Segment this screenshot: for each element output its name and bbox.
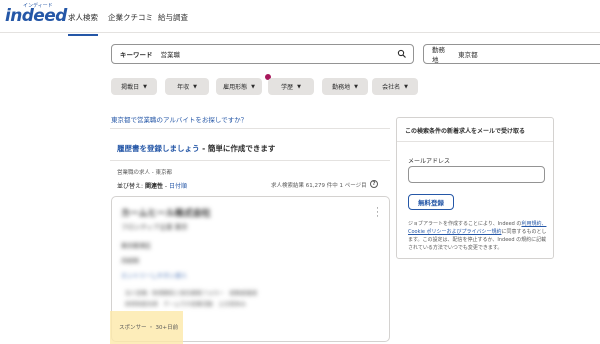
- terms-text: ジョブアラートを作成することにより、Indeed の: [408, 221, 522, 227]
- search-icon[interactable]: [397, 49, 407, 59]
- job-alert-panel: この検索条件の新着求人をメールで受け取る メールアドレス 無料登録 ジョブアラー…: [396, 117, 554, 259]
- chevron-down-icon: ▼: [193, 83, 197, 90]
- location-label: 勤務地: [432, 46, 445, 64]
- filter-label: 雇用形態: [223, 84, 248, 91]
- result-count: 求人検索結果 61,279 件中 1 ページ目: [271, 183, 367, 189]
- filter-salary[interactable]: 年収 ▼: [165, 78, 209, 95]
- chevron-down-icon: ▼: [143, 83, 147, 90]
- filter-posted-date[interactable]: 掲載日 ▼: [111, 78, 157, 95]
- register-resume-label: 履歴書を登録しましょう: [117, 144, 200, 153]
- divider: [397, 141, 553, 142]
- filter-label: 学歴: [281, 84, 294, 91]
- email-field[interactable]: [408, 166, 545, 183]
- chevron-down-icon: ▼: [251, 83, 255, 90]
- keyword-input[interactable]: [160, 50, 321, 58]
- email-label: メールアドレス: [408, 158, 451, 165]
- sort-by-date-link[interactable]: 日付順: [169, 183, 187, 190]
- filter-company[interactable]: 会社名 ▼: [372, 78, 418, 95]
- more-options-icon[interactable]: · · ·: [376, 205, 379, 222]
- job-description-line: 研修制度充実 チームでの営業活動 土日祝休み: [125, 302, 246, 308]
- job-alert-title: この検索条件の新着求人をメールで受け取る: [405, 128, 526, 135]
- sponsored-label: スポンサー ・ 30+日前: [119, 325, 179, 331]
- chevron-down-icon: ▼: [404, 83, 408, 90]
- filter-label: 会社名: [382, 84, 401, 91]
- register-resume-link[interactable]: 履歴書を登録しましょう - 簡単に作成できます: [117, 143, 275, 154]
- nav-job-search[interactable]: 求人検索: [68, 12, 98, 36]
- divider: [110, 128, 390, 129]
- chevron-down-icon: ▼: [297, 83, 301, 90]
- filter-employment-type[interactable]: 雇用形態 ▼: [216, 78, 262, 95]
- indeed-logo[interactable]: インディード indeed: [5, 2, 67, 28]
- search-breadcrumb: 営業職の求人 - 東京都: [117, 170, 172, 176]
- job-feature: エントリーしやすい求人: [121, 273, 187, 280]
- sort-relevance: 関連性: [144, 183, 163, 190]
- location-input[interactable]: [458, 50, 600, 58]
- filter-education[interactable]: 学歴 ▼: [268, 78, 314, 95]
- job-alert-terms-note: ジョブアラートを作成することにより、Indeed の利用規約、Cookie ポリ…: [408, 220, 548, 252]
- filter-label: 勤務地: [332, 84, 351, 91]
- keyword-label: キーワード: [120, 51, 153, 59]
- nav-company-reviews[interactable]: 企業クチコミ: [108, 12, 153, 23]
- chevron-down-icon: ▼: [354, 83, 358, 90]
- logo-text: indeed: [5, 6, 67, 26]
- location-search-box[interactable]: 勤務地: [423, 44, 600, 64]
- sort-options: 並び替え: 関連性 - 日付順: [117, 181, 187, 190]
- job-title[interactable]: カームヒール株式会社: [121, 206, 211, 219]
- job-description-line: 法人営業／新規開拓と既存顧客フォロー 経験者優遇: [125, 291, 258, 297]
- nav-salary-search[interactable]: 給与調査: [158, 12, 188, 23]
- part-time-suggestion-link[interactable]: 東京都で営業職のアルバイトをお探しですか？: [111, 114, 247, 124]
- register-resume-suffix: - 簡単に作成できます: [199, 144, 276, 153]
- filter-label: 掲載日: [121, 84, 140, 91]
- keyword-search-box[interactable]: キーワード: [111, 44, 414, 64]
- free-register-button[interactable]: 無料登録: [408, 194, 454, 210]
- sort-prefix: 並び替え:: [117, 183, 145, 190]
- job-salary: 月給制: [121, 258, 140, 265]
- company-name: フロンティア企業 東京: [121, 223, 188, 231]
- filter-label: 年収: [177, 84, 190, 91]
- job-location: 東京都港区: [121, 243, 152, 250]
- help-icon[interactable]: ?: [370, 180, 378, 188]
- filter-location[interactable]: 勤務地 ▼: [322, 78, 368, 95]
- divider: [110, 160, 390, 161]
- top-navigation-bar: インディード indeed 求人検索 企業クチコミ 給与調査: [0, 0, 600, 36]
